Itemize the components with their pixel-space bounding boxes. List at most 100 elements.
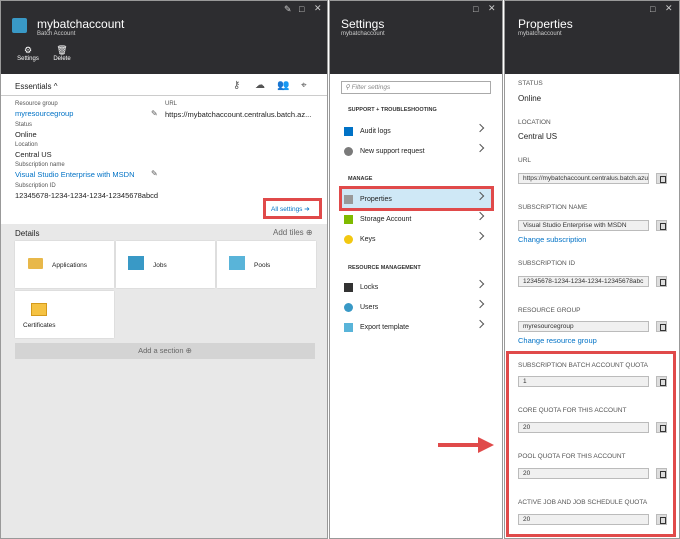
- settings-button-label: Settings: [17, 56, 39, 62]
- copy-pool-quota-icon[interactable]: [656, 468, 667, 479]
- prop-core-quota-field[interactable]: 20: [518, 422, 649, 433]
- add-tiles-button[interactable]: Add tiles ⊕: [273, 228, 313, 237]
- all-settings-link[interactable]: All settings ➔: [271, 205, 310, 213]
- close-icon[interactable]: ✕: [665, 3, 673, 14]
- prop-rg-field[interactable]: myresourcegroup: [518, 321, 649, 332]
- edit-subscription-icon[interactable]: ✎: [151, 169, 158, 178]
- copy-core-quota-icon[interactable]: [656, 422, 667, 433]
- change-subscription-link[interactable]: Change subscription: [518, 235, 586, 244]
- prop-batch-account-quota-field[interactable]: 1: [518, 376, 649, 387]
- tile-pools-label: Pools: [254, 262, 271, 269]
- pools-icon: [229, 256, 245, 270]
- delete-button-label: Delete: [53, 56, 71, 62]
- tile-applications[interactable]: Applications: [15, 241, 114, 288]
- close-icon[interactable]: ✕: [488, 3, 496, 14]
- add-section-button[interactable]: Add a section ⊕: [15, 343, 315, 359]
- properties-subtitle: mybatchaccount: [518, 31, 562, 37]
- lock-icon: [344, 282, 353, 292]
- certificate-icon: [31, 303, 47, 316]
- essentials-toggle[interactable]: Essentials ^: [15, 82, 57, 91]
- essentials-panel: Essentials ^ ⚷ ☁ 👥 ⌖ Resource group myre…: [1, 74, 327, 224]
- menu-export-template[interactable]: Export template: [338, 318, 489, 336]
- prop-location-label: LOCATION: [518, 119, 551, 126]
- chevron-right-icon: [475, 231, 485, 241]
- chevron-right-icon: [475, 143, 485, 153]
- maximize-icon[interactable]: □: [299, 4, 304, 14]
- chevron-right-icon: [475, 191, 485, 201]
- pin-icon[interactable]: ✎: [284, 4, 292, 15]
- copy-batch-account-quota-icon[interactable]: [656, 376, 667, 387]
- tile-certificates-label: Certificates: [23, 322, 56, 329]
- close-icon[interactable]: ✕: [314, 3, 322, 14]
- subscription-link[interactable]: Visual Studio Enterprise with MSDN: [15, 170, 135, 179]
- subscription-label: Subscription name: [15, 162, 65, 168]
- prop-subscription-id-field[interactable]: 12345678-1234-1234-1234-12345678abc: [518, 276, 649, 287]
- support-person-icon: [344, 146, 353, 156]
- subscription-id-value: 12345678-1234-1234-1234-12345678abcd: [15, 191, 159, 200]
- status-value: Online: [15, 130, 37, 139]
- menu-locks[interactable]: Locks: [338, 278, 489, 296]
- prop-location-value: Central US: [518, 132, 558, 141]
- menu-keys[interactable]: Keys: [338, 230, 489, 248]
- settings-button[interactable]: ⚙ Settings: [15, 45, 41, 62]
- prop-subscription-id-label: SUBSCRIPTION ID: [518, 260, 576, 267]
- prop-job-schedule-quota-label: ACTIVE JOB AND JOB SCHEDULE QUOTA: [518, 499, 648, 506]
- gear-icon: ⚙: [23, 45, 33, 55]
- prop-job-schedule-quota-field[interactable]: 20: [518, 514, 649, 525]
- menu-audit-logs[interactable]: Audit logs: [338, 122, 489, 140]
- folder-icon: [28, 258, 43, 269]
- copy-subscription-id-icon[interactable]: [656, 276, 667, 287]
- key-icon[interactable]: ⚷: [233, 80, 240, 91]
- tile-jobs[interactable]: Jobs: [116, 241, 215, 288]
- tag-icon[interactable]: ⌖: [301, 80, 307, 91]
- settings-subtitle: mybatchaccount: [341, 31, 385, 37]
- chevron-right-icon: [475, 319, 485, 329]
- users-icon[interactable]: 👥: [277, 80, 289, 91]
- subscription-id-label: Subscription ID: [15, 183, 56, 189]
- export-template-icon: [344, 322, 353, 332]
- chevron-right-icon: [475, 279, 485, 289]
- prop-url-field[interactable]: https://mybatchaccount.centralus.batch.a…: [518, 173, 649, 184]
- batch-account-icon: [12, 18, 27, 33]
- audit-log-icon: [344, 126, 353, 136]
- users-icon: [344, 302, 353, 312]
- tile-certificates[interactable]: Certificates: [15, 291, 114, 338]
- copy-job-schedule-quota-icon[interactable]: [656, 514, 667, 525]
- settings-title: Settings: [341, 17, 385, 31]
- search-icon: ⚲: [345, 84, 350, 91]
- cloud-icon[interactable]: ☁: [255, 80, 265, 91]
- delete-button[interactable]: 🗑 Delete: [49, 45, 75, 62]
- prop-status-value: Online: [518, 94, 542, 103]
- change-rg-link[interactable]: Change resource group: [518, 336, 597, 345]
- menu-users[interactable]: Users: [338, 298, 489, 316]
- filter-settings-input[interactable]: ⚲ Filter settings: [341, 81, 491, 94]
- prop-core-quota-label: CORE QUOTA FOR THIS ACCOUNT: [518, 407, 627, 414]
- properties-blade: Properties mybatchaccount □ ✕ STATUS Onl…: [504, 0, 680, 539]
- settings-header: Settings mybatchaccount □ ✕: [330, 1, 502, 74]
- rg-link[interactable]: myresourcegroup: [15, 109, 73, 118]
- plus-circle-icon: ⊕: [305, 228, 313, 237]
- prop-url-label: URL: [518, 157, 532, 164]
- maximize-icon[interactable]: □: [473, 4, 478, 14]
- edit-rg-icon[interactable]: ✎: [151, 109, 158, 118]
- status-label: Status: [15, 122, 33, 128]
- copy-rg-icon[interactable]: [656, 321, 667, 332]
- copy-subscription-name-icon[interactable]: [656, 220, 667, 231]
- plus-circle-icon: ⊕: [185, 346, 192, 355]
- menu-new-support-request[interactable]: New support request: [338, 142, 489, 160]
- batch-account-blade: mybatchaccount Batch Account ✎ □ ✕ ⚙ Set…: [0, 0, 328, 539]
- prop-subscription-name-field[interactable]: Visual Studio Enterprise with MSDN: [518, 220, 649, 231]
- prop-pool-quota-field[interactable]: 20: [518, 468, 649, 479]
- section-manage-heading: MANAGE: [348, 176, 373, 182]
- tile-pools[interactable]: Pools: [217, 241, 316, 288]
- essentials-divider: [1, 95, 327, 96]
- prop-status-label: STATUS: [518, 80, 543, 87]
- copy-url-icon[interactable]: [656, 173, 667, 184]
- batch-subtitle: Batch Account: [37, 31, 76, 37]
- properties-title: Properties: [518, 17, 573, 31]
- menu-storage-account[interactable]: Storage Account: [338, 210, 489, 228]
- settings-blade: Settings mybatchaccount □ ✕ ⚲ Filter set…: [329, 0, 503, 539]
- menu-properties[interactable]: Properties: [338, 190, 489, 208]
- prop-subscription-name-label: SUBSCRIPTION NAME: [518, 204, 588, 211]
- maximize-icon[interactable]: □: [650, 4, 655, 14]
